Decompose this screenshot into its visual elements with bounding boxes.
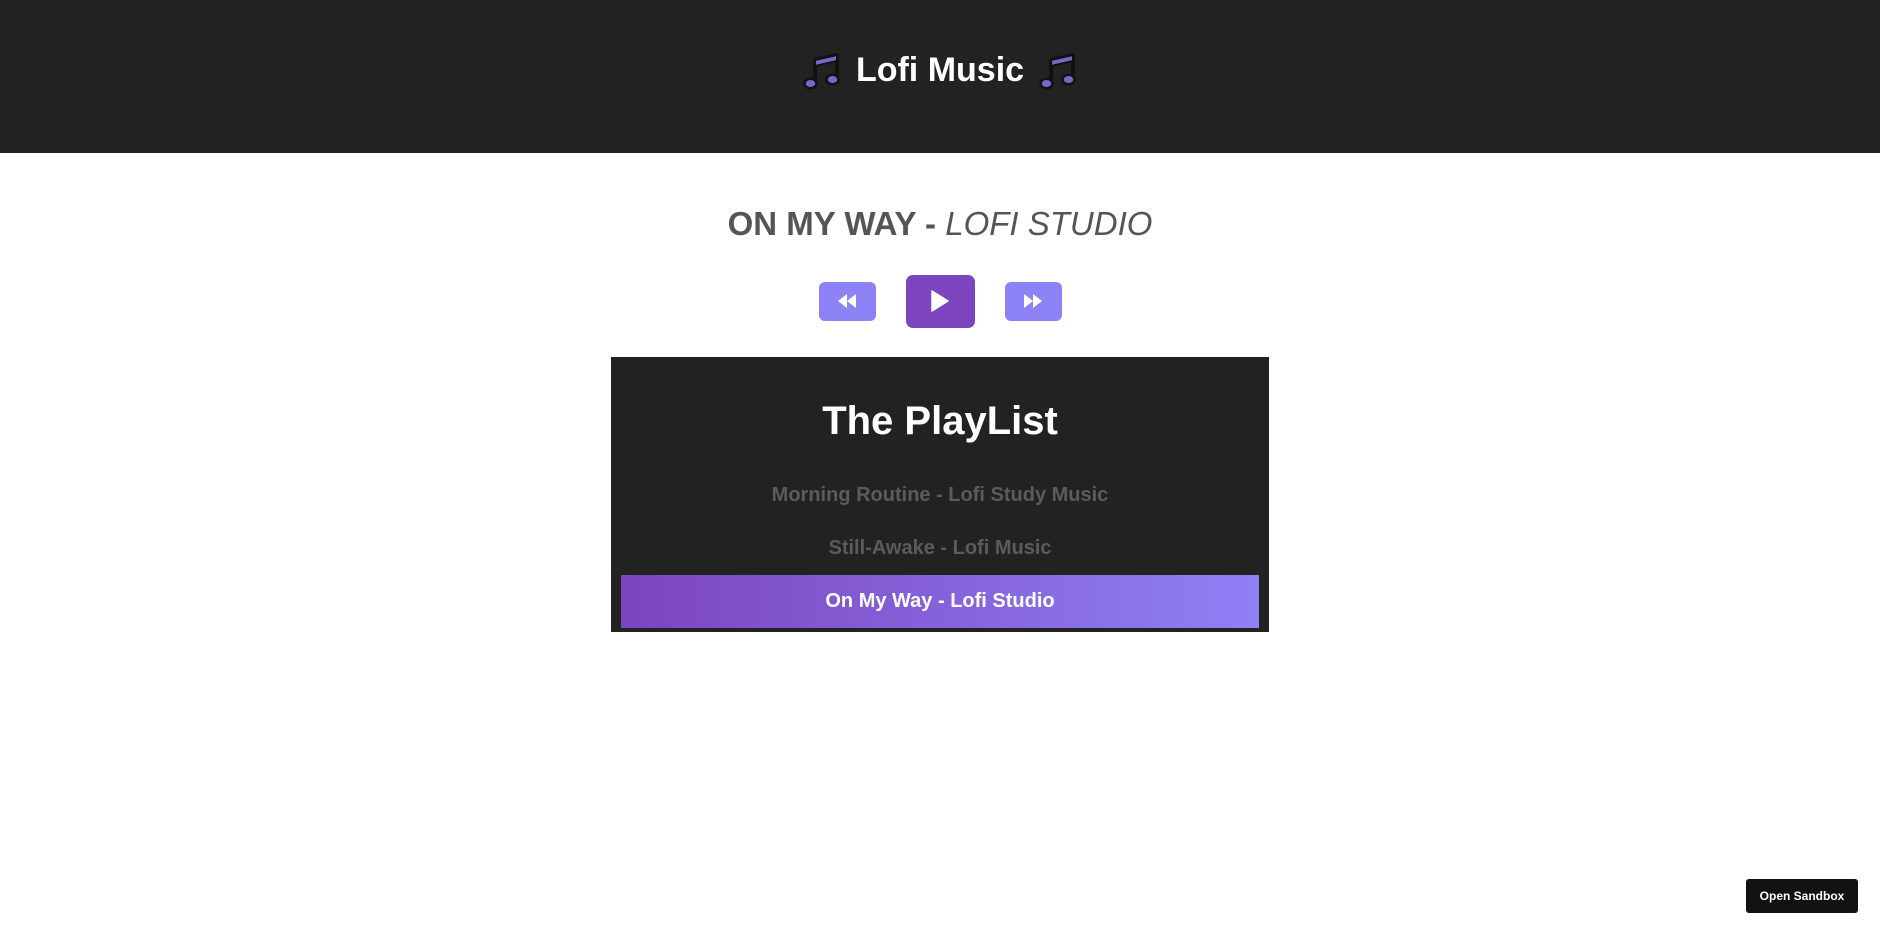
playlist-item[interactable]: Still-Awake - Lofi Music — [621, 522, 1259, 575]
play-icon — [931, 290, 949, 312]
playlist-items: Morning Routine - Lofi Study Music Still… — [621, 469, 1259, 628]
forward-icon — [1024, 294, 1042, 308]
music-note-icon — [802, 51, 842, 91]
backward-icon — [838, 294, 856, 308]
app-title: Lofi Music — [802, 51, 1078, 91]
playlist-item-active[interactable]: On My Way - Lofi Studio — [621, 575, 1259, 628]
play-button[interactable] — [905, 274, 975, 328]
now-playing-artist: Lofi Studio — [945, 205, 1153, 242]
playlist-heading: The PlayList — [822, 399, 1058, 443]
next-button[interactable] — [1004, 281, 1062, 321]
player-controls — [0, 274, 1880, 328]
playlist-item[interactable]: Morning Routine - Lofi Study Music — [621, 469, 1259, 522]
now-playing: On My Way - Lofi Studio — [0, 205, 1880, 243]
app-title-text: Lofi Music — [855, 51, 1025, 89]
app-header: Lofi Music — [0, 0, 1880, 153]
now-playing-separator: - — [915, 205, 946, 242]
open-sandbox-button[interactable]: Open Sandbox — [1746, 879, 1858, 913]
now-playing-title: On My Way — [727, 205, 916, 242]
playlist-panel: The PlayList Morning Routine - Lofi Stud… — [611, 357, 1269, 632]
music-note-icon — [1038, 51, 1078, 91]
previous-button[interactable] — [818, 281, 876, 321]
